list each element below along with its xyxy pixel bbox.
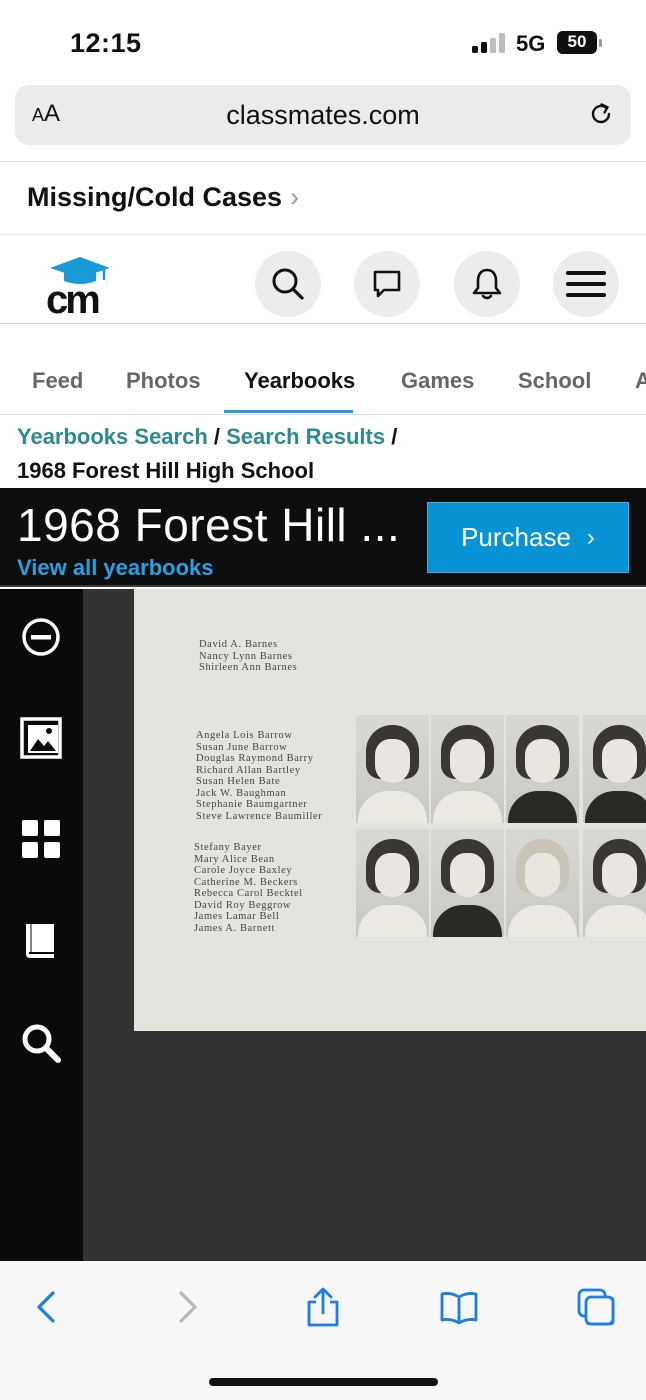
yearbook-page[interactable]: David A. Barnes Nancy Lynn Barnes Shirle… [134, 589, 646, 1031]
name-list: David A. Barnes Nancy Lynn Barnes Shirle… [199, 639, 298, 673]
menu-icon [566, 271, 606, 297]
breadcrumb: Yearbooks Search / Search Results / 1968… [17, 420, 397, 488]
student-photo [431, 829, 504, 937]
breadcrumb-current: 1968 Forest Hill High School [17, 458, 315, 483]
student-photo [583, 829, 646, 937]
status-time: 12:15 [70, 28, 142, 58]
missing-cold-cases-link[interactable]: Missing/Cold Cases › [27, 182, 299, 213]
student-photos [356, 715, 646, 939]
menu-button[interactable] [553, 251, 619, 317]
search-icon [272, 268, 304, 300]
student-photo [506, 829, 579, 937]
tab-feed[interactable]: Feed [32, 368, 83, 394]
network-type: 5G [516, 31, 546, 56]
chevron-right-icon: › [586, 523, 595, 551]
message-icon [373, 270, 401, 298]
bell-icon [472, 268, 502, 300]
name-list: Stefany Bayer Mary Alice Bean Carole Joy… [194, 842, 303, 934]
share-icon[interactable] [303, 1287, 343, 1327]
search-icon[interactable] [20, 1022, 62, 1064]
gallery-icon[interactable] [20, 717, 62, 759]
bookmarks-icon[interactable] [439, 1287, 479, 1327]
student-photo [583, 715, 646, 823]
tab-more[interactable]: A [635, 368, 646, 394]
search-button[interactable] [255, 251, 321, 317]
zoom-out-icon[interactable] [20, 616, 62, 658]
url-text[interactable]: classmates.com [15, 100, 631, 131]
classmates-logo[interactable]: cm [44, 256, 110, 320]
purchase-button[interactable]: Purchase › [427, 502, 629, 573]
student-photo [431, 715, 504, 823]
main-tabs: Feed Photos Yearbooks Games School A [0, 356, 646, 414]
yearbook-title: 1968 Forest Hill ... [17, 499, 401, 551]
breadcrumb-yearbooks-search[interactable]: Yearbooks Search [17, 424, 208, 449]
student-photo [506, 715, 579, 823]
browser-toolbar [0, 1261, 646, 1400]
tabs-icon[interactable] [576, 1287, 616, 1327]
tab-games[interactable]: Games [401, 368, 474, 394]
logo-text: cm [46, 278, 101, 322]
back-icon[interactable] [27, 1287, 67, 1327]
name-list: Angela Lois Barrow Susan June Barrow Dou… [196, 730, 323, 822]
banner-title: Missing/Cold Cases [27, 182, 283, 212]
student-photo [356, 829, 429, 937]
cellular-signal-icon [472, 33, 506, 53]
home-indicator [209, 1378, 438, 1386]
messages-button[interactable] [354, 251, 420, 317]
yearbook-viewer: David A. Barnes Nancy Lynn Barnes Shirle… [0, 589, 646, 1261]
reload-icon[interactable] [587, 100, 615, 128]
breadcrumb-search-results[interactable]: Search Results [226, 424, 385, 449]
tab-school[interactable]: School [518, 368, 591, 394]
status-bar: 12:15 5G 50 [0, 0, 646, 80]
chevron-right-icon: › [290, 182, 300, 212]
forward-icon[interactable] [167, 1287, 207, 1327]
battery-icon: 50 [557, 31, 597, 54]
purchase-label: Purchase [461, 522, 571, 552]
tab-yearbooks[interactable]: Yearbooks [244, 368, 355, 394]
tab-photos[interactable]: Photos [126, 368, 201, 394]
grid-icon[interactable] [20, 818, 62, 860]
book-icon[interactable] [20, 920, 62, 962]
address-bar[interactable]: AA classmates.com [15, 85, 631, 145]
battery-level: 50 [567, 32, 587, 51]
yearbook-viewer-header: 1968 Forest Hill ... View all yearbooks … [0, 488, 646, 587]
view-all-yearbooks-link[interactable]: View all yearbooks [17, 555, 213, 581]
notifications-button[interactable] [454, 251, 520, 317]
student-photo [356, 715, 429, 823]
active-tab-indicator [224, 410, 353, 413]
viewer-toolbar [0, 589, 83, 1261]
